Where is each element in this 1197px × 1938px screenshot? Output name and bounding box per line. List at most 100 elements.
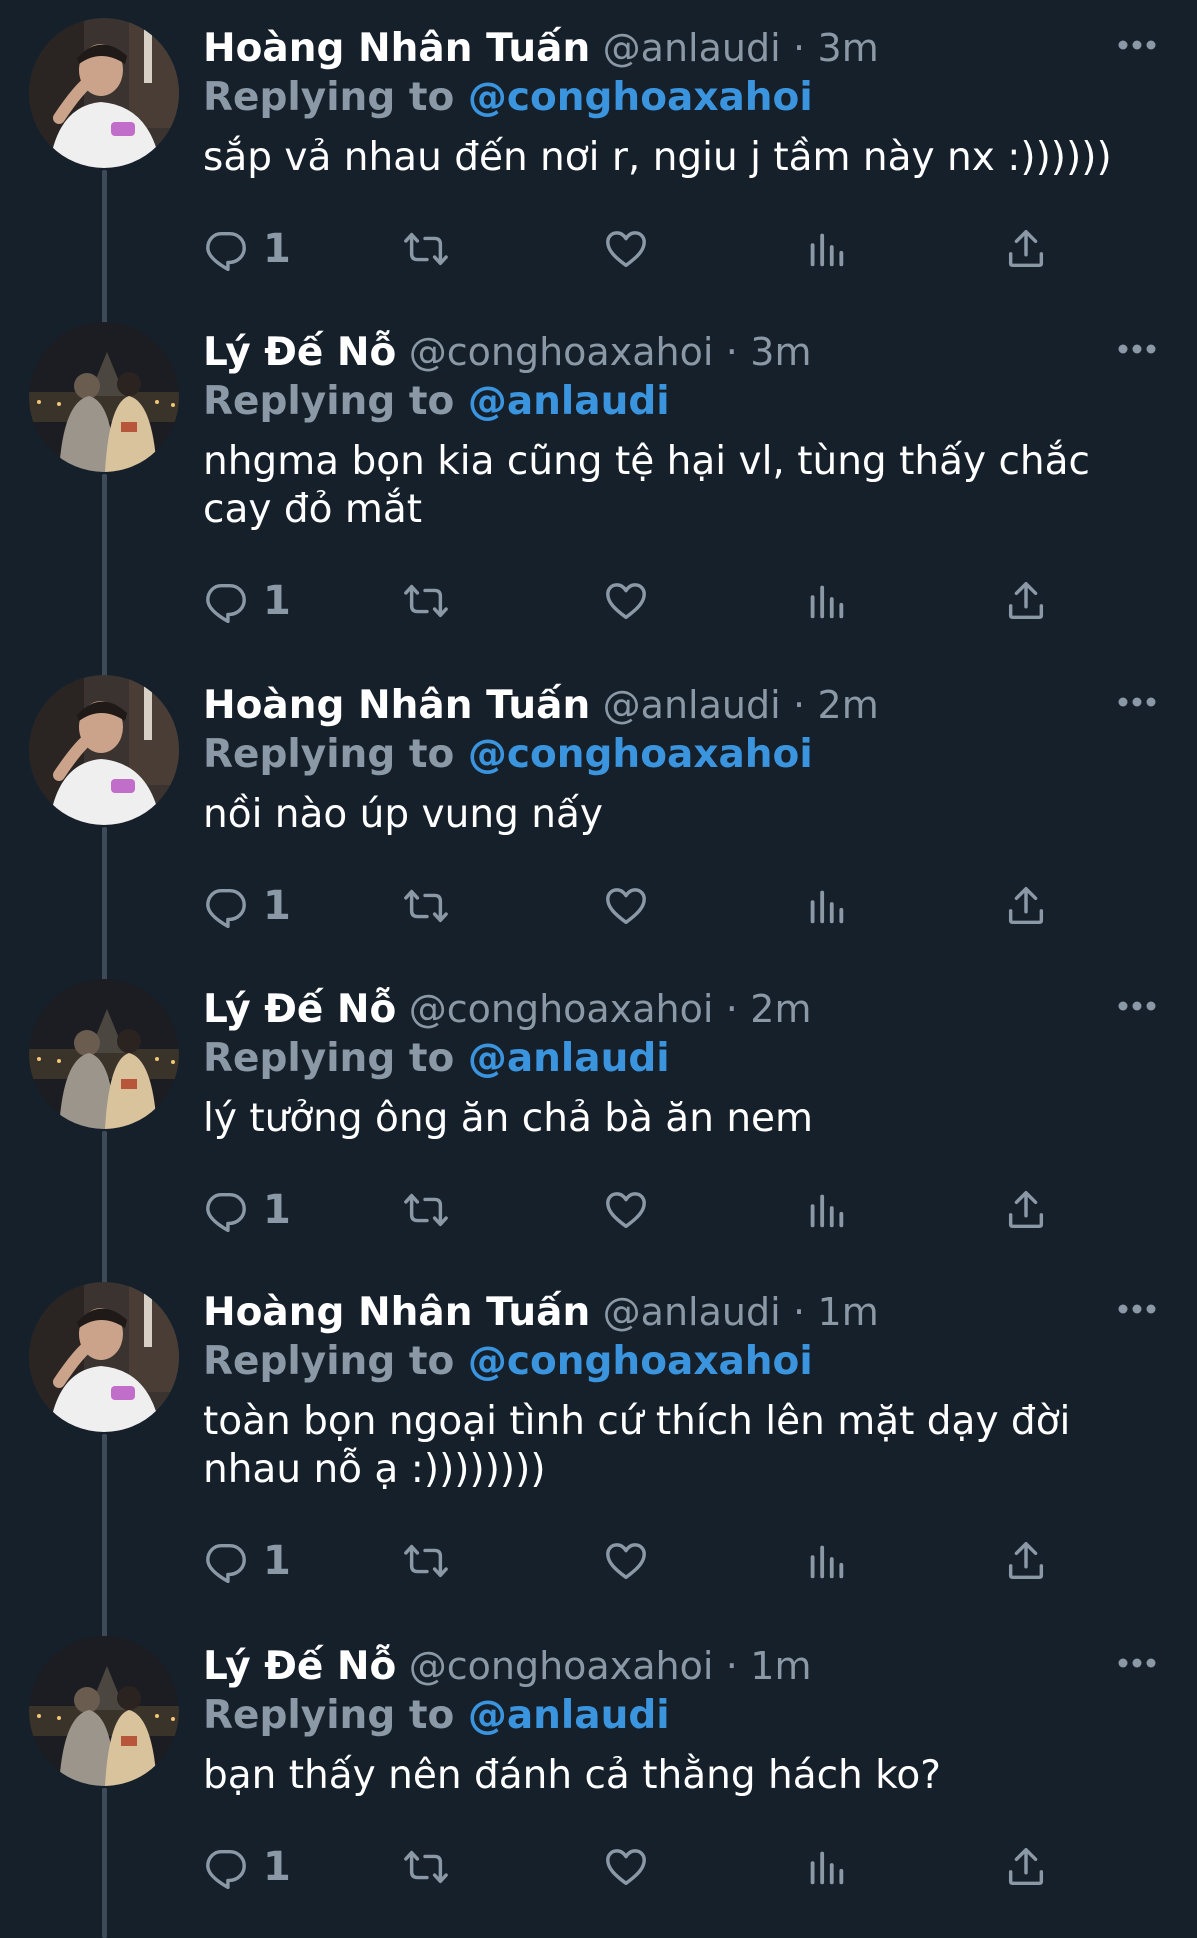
more-options-icon[interactable] [1117,1654,1157,1668]
replying-to: Replying to @anlaudi [203,1031,670,1087]
reply-icon [203,1187,249,1233]
more-options-icon[interactable] [1117,36,1157,50]
more-options-icon[interactable] [1117,997,1157,1011]
tweet-actions: 1 [203,573,1053,629]
replying-to-mention[interactable]: @conghoaxahoi [468,732,813,777]
username-handle[interactable]: @anlaudi [603,683,781,727]
timestamp[interactable]: 1m [750,1644,811,1688]
display-name[interactable]: Lý Đế Nỗ [203,330,396,375]
retweet-button[interactable] [403,1839,449,1895]
replying-to-mention[interactable]: @anlaudi [468,379,670,424]
retweet-button[interactable] [403,1533,449,1589]
separator-dot: · [725,987,738,1031]
reply-button[interactable]: 1 [203,1182,291,1238]
retweet-button[interactable] [403,221,449,277]
reply-count: 1 [263,1538,291,1584]
replying-to-mention[interactable]: @conghoaxahoi [468,75,813,120]
like-icon [603,1844,649,1890]
tweet-header: Hoàng Nhân Tuấn @anlaudi · 2m [203,677,879,733]
display-name[interactable]: Hoàng Nhân Tuấn [203,683,590,728]
view-stats-button[interactable] [803,573,849,629]
share-button[interactable] [1003,1182,1049,1238]
tweet-header: Lý Đế Nỗ @conghoaxahoi · 3m [203,324,812,380]
share-button[interactable] [1003,221,1049,277]
reply-button[interactable]: 1 [203,878,291,934]
avatar-white-shirt[interactable] [29,1282,179,1432]
timestamp[interactable]: 1m [818,1290,879,1334]
tweet[interactable]: Hoàng Nhân Tuấn @anlaudi · 3m Replying t… [0,0,1197,324]
more-options-icon[interactable] [1117,1300,1157,1314]
reply-button[interactable]: 1 [203,221,291,277]
avatar-white-shirt[interactable] [29,675,179,825]
reply-button[interactable]: 1 [203,573,291,629]
tweet[interactable]: Hoàng Nhân Tuấn @anlaudi · 2m Replying t… [0,657,1197,981]
reply-button[interactable]: 1 [203,1839,291,1895]
retweet-button[interactable] [403,878,449,934]
display-name[interactable]: Lý Đế Nỗ [203,987,396,1032]
tweet[interactable]: Lý Đế Nỗ @conghoaxahoi · 2m Replying to … [0,961,1197,1284]
like-button[interactable] [603,1182,649,1238]
reply-count: 1 [263,1844,291,1890]
replying-to: Replying to @conghoaxahoi [203,727,813,783]
username-handle[interactable]: @anlaudi [603,1290,781,1334]
display-name[interactable]: Hoàng Nhân Tuấn [203,26,590,71]
share-button[interactable] [1003,1839,1049,1895]
display-name[interactable]: Lý Đế Nỗ [203,1644,396,1689]
retweet-icon [403,1538,449,1584]
view-stats-button[interactable] [803,878,849,934]
replying-to-label: Replying to [203,379,455,424]
tweet-header: Lý Đế Nỗ @conghoaxahoi · 2m [203,981,812,1037]
username-handle[interactable]: @conghoaxahoi [409,1644,714,1688]
share-button[interactable] [1003,573,1049,629]
like-icon [603,1187,649,1233]
like-button[interactable] [603,573,649,629]
tweet-header: Lý Đế Nỗ @conghoaxahoi · 1m [203,1638,812,1694]
view-stats-button[interactable] [803,221,849,277]
reply-count: 1 [263,1187,291,1233]
replying-to-mention[interactable]: @anlaudi [468,1693,670,1738]
view-stats-button[interactable] [803,1182,849,1238]
thread-connector-line [102,1434,107,1638]
replying-to-label: Replying to [203,1036,455,1081]
like-button[interactable] [603,1533,649,1589]
avatar-white-shirt[interactable] [29,18,179,168]
thread-connector-line [102,1131,107,1284]
stats-icon [803,578,849,624]
share-button[interactable] [1003,878,1049,934]
avatar-couple-night[interactable] [29,322,179,472]
avatar-couple-night[interactable] [29,979,179,1129]
replying-to-mention[interactable]: @anlaudi [468,1036,670,1081]
retweet-button[interactable] [403,573,449,629]
more-options-icon[interactable] [1117,693,1157,707]
timestamp[interactable]: 3m [750,330,811,374]
thread-connector-line [102,827,107,981]
tweet[interactable]: Lý Đế Nỗ @conghoaxahoi · 3m Replying to … [0,304,1197,677]
avatar-couple-night[interactable] [29,1636,179,1786]
username-handle[interactable]: @anlaudi [603,26,781,70]
timestamp[interactable]: 3m [818,26,879,70]
tweet-actions: 1 [203,1533,1053,1589]
thread-connector-line [102,1788,107,1938]
reply-icon [203,883,249,929]
timestamp[interactable]: 2m [818,683,879,727]
username-handle[interactable]: @conghoaxahoi [409,330,714,374]
tweet[interactable]: Hoàng Nhân Tuấn @anlaudi · 1m Replying t… [0,1264,1197,1638]
view-stats-button[interactable] [803,1839,849,1895]
display-name[interactable]: Hoàng Nhân Tuấn [203,1290,590,1335]
like-button[interactable] [603,1839,649,1895]
timestamp[interactable]: 2m [750,987,811,1031]
stats-icon [803,1844,849,1890]
replying-to-mention[interactable]: @conghoaxahoi [468,1339,813,1384]
separator-dot: · [793,1290,806,1334]
like-button[interactable] [603,221,649,277]
view-stats-button[interactable] [803,1533,849,1589]
tweet-text: nồi nào úp vung nấy [203,792,603,837]
username-handle[interactable]: @conghoaxahoi [409,987,714,1031]
share-button[interactable] [1003,1533,1049,1589]
retweet-icon [403,883,449,929]
like-button[interactable] [603,878,649,934]
more-options-icon[interactable] [1117,340,1157,354]
reply-button[interactable]: 1 [203,1533,291,1589]
retweet-button[interactable] [403,1182,449,1238]
tweet[interactable]: Lý Đế Nỗ @conghoaxahoi · 1m Replying to … [0,1618,1197,1938]
